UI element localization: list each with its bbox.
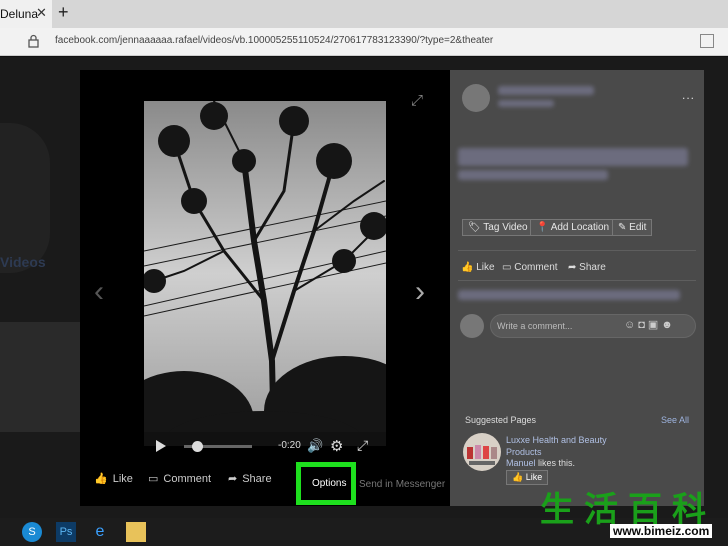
edit-label: Edit xyxy=(629,222,647,233)
reading-view-icon[interactable] xyxy=(700,34,714,48)
tab-title: Deluna xyxy=(0,7,39,21)
edge-icon[interactable]: e xyxy=(90,522,110,542)
page-like-label: Like xyxy=(525,472,543,482)
panel-comment-label: Comment xyxy=(514,262,558,273)
commenter-avatar xyxy=(460,314,484,338)
watermark-url: www.bimeiz.com xyxy=(610,524,713,538)
options-button[interactable]: Options xyxy=(296,462,356,505)
player-controls: -0:20 🔊 ⚙ ⤢ xyxy=(144,432,386,460)
panel-share-label: Share xyxy=(579,262,606,273)
time-remaining: -0:20 xyxy=(278,440,301,451)
url-text[interactable]: facebook.com/jennaaaaaa.rafael/videos/vb… xyxy=(55,35,493,46)
divider xyxy=(458,250,696,251)
browser-tab[interactable]: Deluna ✕ xyxy=(0,0,52,28)
comment-blurred xyxy=(458,290,680,300)
see-all-link[interactable]: See All xyxy=(661,415,689,425)
share-label: Share xyxy=(242,473,272,485)
video-frame[interactable] xyxy=(144,101,386,446)
add-location-button[interactable]: 📍 Add Location xyxy=(530,219,616,236)
comment-button[interactable]: ▭ Comment xyxy=(148,472,211,485)
page-image[interactable] xyxy=(463,433,501,471)
thumbs-up-icon: 👍 xyxy=(94,473,108,485)
post-text-blurred xyxy=(458,148,688,166)
address-bar[interactable]: facebook.com/jennaaaaaa.rafael/videos/vb… xyxy=(0,28,728,56)
suggested-pages-title: Suggested Pages xyxy=(465,415,537,425)
new-tab-icon[interactable]: + xyxy=(58,2,69,23)
next-arrow-icon[interactable]: › xyxy=(415,275,425,309)
post-text-blurred-2 xyxy=(458,170,608,180)
send-in-messenger-button[interactable]: Send in Messenger xyxy=(359,479,445,490)
page-name-line-2[interactable]: Products xyxy=(506,447,542,457)
tag-video-label: Tag Video xyxy=(483,222,528,233)
volume-icon[interactable]: 🔊 xyxy=(307,438,323,454)
poster-name-blurred xyxy=(498,86,594,95)
like-label: Like xyxy=(112,473,133,485)
skype-icon[interactable]: S xyxy=(22,522,42,542)
lock-icon xyxy=(28,34,39,48)
panel-share-button[interactable]: ➦ Share xyxy=(568,262,606,273)
close-tab-icon[interactable]: ✕ xyxy=(36,5,47,21)
options-label: Options xyxy=(312,478,347,489)
expand-icon[interactable]: ⤢ xyxy=(411,92,423,109)
video-thumbnail xyxy=(0,322,80,432)
share-icon: ➦ xyxy=(228,473,238,485)
comment-icon: ▭ xyxy=(148,473,159,485)
play-icon[interactable] xyxy=(156,440,166,452)
page-image-graphic xyxy=(467,445,497,465)
progress-knob[interactable] xyxy=(192,441,204,452)
comment-input[interactable]: Write a comment... ☺◘▣☻ xyxy=(490,314,696,338)
gear-icon[interactable]: ⚙ xyxy=(330,437,343,455)
divider xyxy=(458,280,696,281)
post-panel: ... 🏷 Tag Video 📍 Add Location ✎ Edit 👍 … xyxy=(450,70,704,506)
previous-arrow-icon[interactable]: ‹ xyxy=(94,275,104,309)
windows-start-icon[interactable] xyxy=(4,522,24,542)
fullscreen-icon[interactable]: ⤢ xyxy=(357,437,368,454)
edit-button[interactable]: ✎ Edit xyxy=(612,219,653,236)
videos-heading: Videos xyxy=(0,254,46,270)
friend-name[interactable]: Manuel xyxy=(506,458,536,468)
share-button[interactable]: ➦ Share xyxy=(228,472,272,485)
comment-tools-icons[interactable]: ☺◘▣☻ xyxy=(624,318,676,331)
panel-like-button[interactable]: 👍 Like xyxy=(461,262,495,273)
page-name-line-1[interactable]: Luxxe Health and Beauty xyxy=(506,435,607,445)
avatar[interactable] xyxy=(462,84,490,112)
friend-likes-text: likes this. xyxy=(535,458,576,468)
add-location-label: Add Location xyxy=(550,222,610,233)
photoshop-icon[interactable]: Ps xyxy=(56,522,76,542)
panel-like-label: Like xyxy=(476,262,495,273)
file-explorer-icon[interactable] xyxy=(126,522,146,542)
comment-placeholder: Write a comment... xyxy=(497,321,573,331)
profile-cover xyxy=(0,123,50,273)
post-date-blurred xyxy=(498,100,554,107)
tag-video-button[interactable]: 🏷 Tag Video xyxy=(462,219,534,236)
tree-silhouette xyxy=(144,101,386,446)
watermark: 生活百科 www.bimeiz.com xyxy=(540,482,728,546)
browser-tab-bar: Deluna ✕ + xyxy=(0,0,728,28)
more-options-icon[interactable]: ... xyxy=(682,88,695,102)
friend-likes: Manuel likes this. xyxy=(506,458,575,468)
comment-label: Comment xyxy=(163,473,212,485)
panel-comment-button[interactable]: ▭ Comment xyxy=(502,262,558,273)
video-viewer: ⤢ ‹ › -0:20 🔊 ⚙ ⤢ xyxy=(80,70,450,506)
like-button[interactable]: 👍 Like xyxy=(94,472,133,485)
